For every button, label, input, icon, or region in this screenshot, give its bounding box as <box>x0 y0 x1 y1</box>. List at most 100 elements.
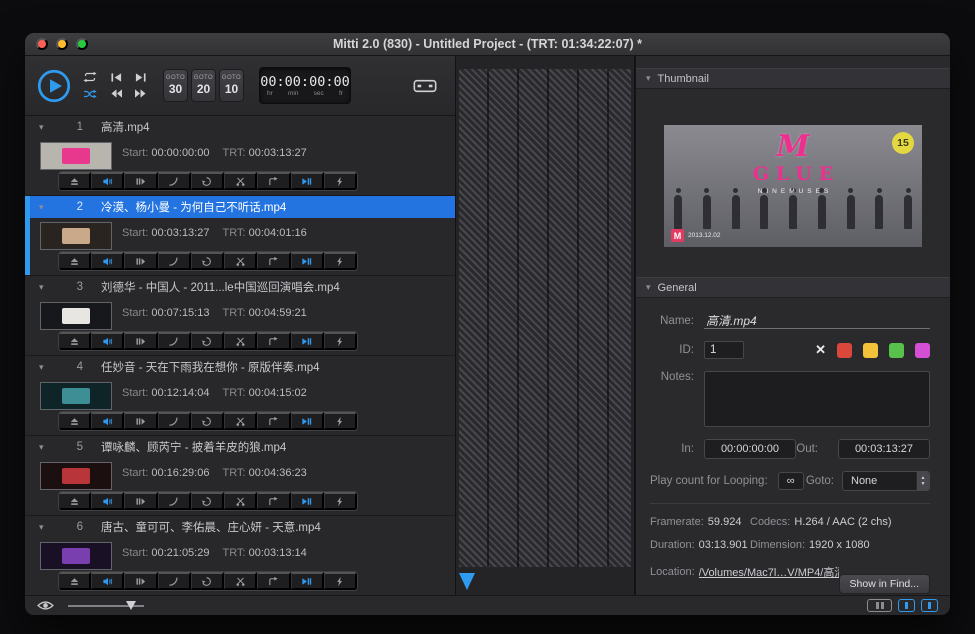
volume-icon[interactable] <box>91 172 124 190</box>
jump-end-icon[interactable] <box>291 252 324 270</box>
cue-row[interactable]: ▾ 4 任妙音 - 天在下雨我在想你 - 原版伴奏.mp4 Start: 00:… <box>25 356 455 436</box>
cue-header[interactable]: ▾ 1 高清.mp4 <box>25 116 455 138</box>
goto-select[interactable]: None ▲▼ <box>842 471 930 491</box>
jump-end-icon[interactable] <box>291 332 324 350</box>
minimize-button[interactable] <box>56 38 68 50</box>
elbow-arrow-icon[interactable] <box>257 332 290 350</box>
color-swatch-yellow[interactable] <box>863 343 878 358</box>
chevron-down-icon[interactable]: ▾ <box>39 442 53 453</box>
loop-icon[interactable] <box>191 332 224 350</box>
cue-row[interactable]: ▾ 1 高清.mp4 Start: 00:00:00:00 TRT: 00:03… <box>25 116 455 196</box>
stepper-icon[interactable]: ▲▼ <box>916 472 929 490</box>
volume-icon[interactable] <box>91 412 124 430</box>
notes-field[interactable] <box>704 371 930 427</box>
prev-cue-icon[interactable] <box>109 72 124 83</box>
rewind-icon[interactable] <box>109 88 124 99</box>
fade-icon[interactable] <box>124 172 157 190</box>
in-field[interactable] <box>704 439 796 459</box>
lightning-icon[interactable] <box>324 172 357 190</box>
lightning-icon[interactable] <box>324 332 357 350</box>
thumbnail-section-header[interactable]: ▾ Thumbnail <box>636 68 950 89</box>
fade-icon[interactable] <box>124 332 157 350</box>
sync-indicator-icon[interactable] <box>867 599 892 612</box>
play-button[interactable] <box>37 69 71 103</box>
elbow-arrow-icon[interactable] <box>257 172 290 190</box>
volume-icon[interactable] <box>91 492 124 510</box>
loop-icon[interactable] <box>191 172 224 190</box>
scissors-icon[interactable] <box>224 572 257 590</box>
zoom-slider[interactable] <box>68 600 144 612</box>
eject-icon[interactable] <box>59 412 91 430</box>
cue-header[interactable]: ▾ 3 刘德华 - 中国人 - 2011...le中国巡回演唱会.mp4 <box>25 276 455 298</box>
fade-icon[interactable] <box>124 572 157 590</box>
cue-row[interactable]: ▾ 2 冷漠、杨小曼 - 为何自己不听话.mp4 Start: 00:03:13… <box>25 196 455 276</box>
elbow-arrow-icon[interactable] <box>257 412 290 430</box>
display-2-indicator-icon[interactable] <box>921 599 938 612</box>
volume-icon[interactable] <box>91 252 124 270</box>
cue-header[interactable]: ▾ 2 冷漠、杨小曼 - 为何自己不听话.mp4 <box>25 196 455 218</box>
chevron-down-icon[interactable]: ▾ <box>39 362 53 373</box>
cue-header[interactable]: ▾ 4 任妙音 - 天在下雨我在想你 - 原版伴奏.mp4 <box>25 356 455 378</box>
elbow-arrow-icon[interactable] <box>257 492 290 510</box>
eject-icon[interactable] <box>59 572 91 590</box>
loop-icon[interactable] <box>191 252 224 270</box>
zoom-button[interactable] <box>76 38 88 50</box>
scissors-icon[interactable] <box>224 252 257 270</box>
out-field[interactable] <box>838 439 930 459</box>
chevron-down-icon[interactable]: ▾ <box>39 202 53 213</box>
lightning-icon[interactable] <box>324 492 357 510</box>
repeat-icon[interactable] <box>82 71 98 83</box>
chevron-down-icon[interactable]: ▾ <box>39 282 53 293</box>
chevron-down-icon[interactable]: ▾ <box>39 122 53 133</box>
color-swatch-red[interactable] <box>837 343 852 358</box>
curve-icon[interactable] <box>158 252 191 270</box>
jump-end-icon[interactable] <box>291 412 324 430</box>
color-swatch-green[interactable] <box>889 343 904 358</box>
eject-icon[interactable] <box>59 332 91 350</box>
next-cue-icon[interactable] <box>133 72 148 83</box>
curve-icon[interactable] <box>158 412 191 430</box>
shuffle-icon[interactable] <box>82 88 98 100</box>
volume-icon[interactable] <box>91 572 124 590</box>
playhead-marker[interactable] <box>459 573 475 590</box>
clear-color-icon[interactable]: ✕ <box>815 342 826 358</box>
fade-icon[interactable] <box>124 412 157 430</box>
color-swatch-magenta[interactable] <box>915 343 930 358</box>
jump-end-icon[interactable] <box>291 572 324 590</box>
lightning-icon[interactable] <box>324 572 357 590</box>
chevron-down-icon[interactable]: ▾ <box>39 522 53 533</box>
cue-row[interactable]: ▾ 5 谭咏麟、顾芮宁 - 披着羊皮的狼.mp4 Start: 00:16:29… <box>25 436 455 516</box>
scissors-icon[interactable] <box>224 492 257 510</box>
fast-forward-icon[interactable] <box>133 88 148 99</box>
curve-icon[interactable] <box>158 492 191 510</box>
elbow-arrow-icon[interactable] <box>257 572 290 590</box>
slider-handle-icon[interactable] <box>126 601 136 610</box>
loop-icon[interactable] <box>191 572 224 590</box>
eject-icon[interactable] <box>59 492 91 510</box>
name-field[interactable] <box>704 312 930 329</box>
lightning-icon[interactable] <box>324 412 357 430</box>
fade-icon[interactable] <box>124 252 157 270</box>
goto-20-button[interactable]: GOTO 20 <box>191 69 216 102</box>
loop-icon[interactable] <box>191 412 224 430</box>
show-in-finder-button[interactable]: Show in Find... <box>839 574 930 594</box>
display-1-indicator-icon[interactable] <box>898 599 915 612</box>
loop-icon[interactable] <box>191 492 224 510</box>
id-field[interactable] <box>704 341 744 359</box>
eject-icon[interactable] <box>59 252 91 270</box>
scissors-icon[interactable] <box>224 412 257 430</box>
cue-header[interactable]: ▾ 5 谭咏麟、顾芮宁 - 披着羊皮的狼.mp4 <box>25 436 455 458</box>
lightning-icon[interactable] <box>324 252 357 270</box>
scissors-icon[interactable] <box>224 172 257 190</box>
elbow-arrow-icon[interactable] <box>257 252 290 270</box>
fade-icon[interactable] <box>124 492 157 510</box>
cue-row[interactable]: ▾ 3 刘德华 - 中国人 - 2011...le中国巡回演唱会.mp4 Sta… <box>25 276 455 356</box>
jump-end-icon[interactable] <box>291 492 324 510</box>
eye-icon[interactable] <box>37 600 54 611</box>
volume-icon[interactable] <box>91 332 124 350</box>
loop-count-field[interactable]: ∞ <box>778 472 804 490</box>
eject-icon[interactable] <box>59 172 91 190</box>
general-section-header[interactable]: ▾ General <box>636 277 950 298</box>
close-button[interactable] <box>36 38 48 50</box>
curve-icon[interactable] <box>158 332 191 350</box>
